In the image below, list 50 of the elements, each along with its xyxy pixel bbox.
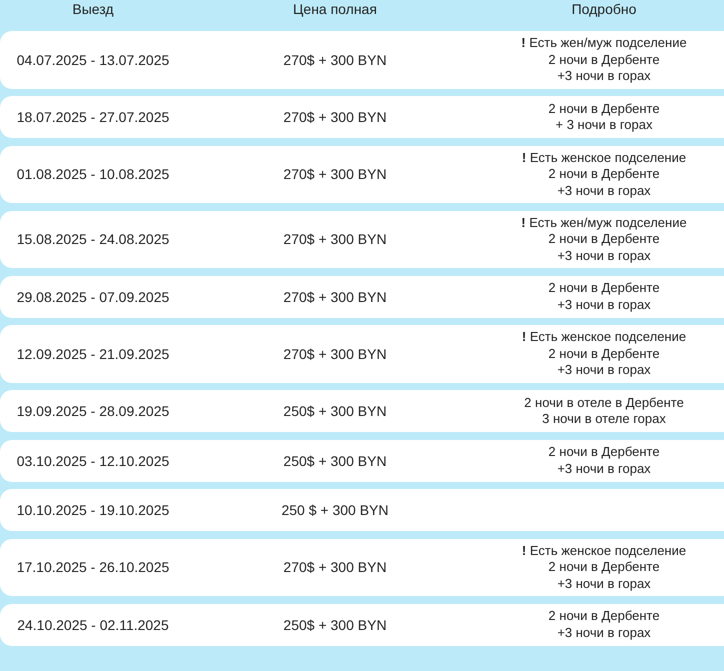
detail-line: ! Есть женское подселение xyxy=(522,150,686,166)
detail-line: 2 ночи в Дербенте xyxy=(548,52,660,68)
detail-line: + 3 ночи в горах xyxy=(556,117,652,134)
date-range: 29.08.2025 - 07.09.2025 xyxy=(16,288,170,304)
detail-line: +3 ночи в горах xyxy=(557,576,651,592)
price: 250$ + 300 BYN xyxy=(283,403,387,419)
detail-line: +3 ночи в горах xyxy=(557,182,651,199)
detail-line: ! Есть женское подселение xyxy=(522,329,686,346)
detail-line: +3 ночи в горах xyxy=(557,296,651,313)
detail-line: 2 ночи в отеле в Дербенте xyxy=(524,394,684,411)
detail-line: ! Есть женское подселение xyxy=(522,542,686,559)
price: 270$ + 300 BYN xyxy=(283,166,387,182)
date-range: 04.07.2025 - 13.07.2025 xyxy=(16,52,170,68)
detail-line: 2 ночи в Дербенте xyxy=(548,231,660,248)
price: 250 $ + 300 BYN xyxy=(281,502,389,518)
detail-line: 2 ночи в Дербенте xyxy=(548,166,660,182)
date-range: 12.09.2025 - 21.09.2025 xyxy=(16,346,170,362)
column-header: Подробно xyxy=(570,0,638,19)
date-range: 03.10.2025 - 12.10.2025 xyxy=(16,452,170,468)
detail-line: 3 ночи в отеле горах xyxy=(542,411,666,428)
price: 270$ + 300 BYN xyxy=(283,288,387,304)
detail-line: +3 ночи в горах xyxy=(557,248,651,264)
column-header: Выезд xyxy=(71,0,115,19)
date-range: 18.07.2025 - 27.07.2025 xyxy=(16,109,170,125)
price: 250$ + 300 BYN xyxy=(283,452,387,468)
date-range: 15.08.2025 - 24.08.2025 xyxy=(16,231,170,248)
detail-line: +3 ночи в горах xyxy=(557,362,651,378)
detail-line: ! Есть жен/муж подселение xyxy=(521,214,687,231)
date-range: 24.10.2025 - 02.11.2025 xyxy=(17,616,169,632)
date-range: 01.08.2025 - 10.08.2025 xyxy=(16,166,170,182)
detail-line: 2 ночи в Дербенте xyxy=(548,346,660,362)
detail-line: +3 ночи в горах xyxy=(557,624,651,641)
detail-line: 2 ночи в Дербенте xyxy=(548,100,660,117)
price: 250$ + 300 BYN xyxy=(283,616,387,632)
date-range: 10.10.2025 - 19.10.2025 xyxy=(16,502,170,518)
price: 270$ + 300 BYN xyxy=(283,109,387,125)
detail-line: 2 ночи в Дербенте xyxy=(548,559,660,576)
date-range: 19.09.2025 - 28.09.2025 xyxy=(16,403,170,419)
detail-line: 2 ночи в Дербенте xyxy=(548,444,660,460)
column-header: Цена полная xyxy=(292,0,378,19)
price: 270$ + 300 BYN xyxy=(283,346,387,362)
detail-line: ! Есть жен/муж подселение xyxy=(521,35,687,52)
price: 270$ + 300 BYN xyxy=(283,231,387,248)
detail-line: 2 ночи в Дербенте xyxy=(548,608,660,624)
detail-line: 2 ночи в Дербенте xyxy=(548,280,660,296)
price: 270$ + 300 BYN xyxy=(283,559,387,576)
price: 270$ + 300 BYN xyxy=(283,52,387,68)
detail-line: +3 ночи в горах xyxy=(557,460,651,477)
detail-line: +3 ночи в горах xyxy=(557,68,651,84)
date-range: 17.10.2025 - 26.10.2025 xyxy=(16,559,170,576)
